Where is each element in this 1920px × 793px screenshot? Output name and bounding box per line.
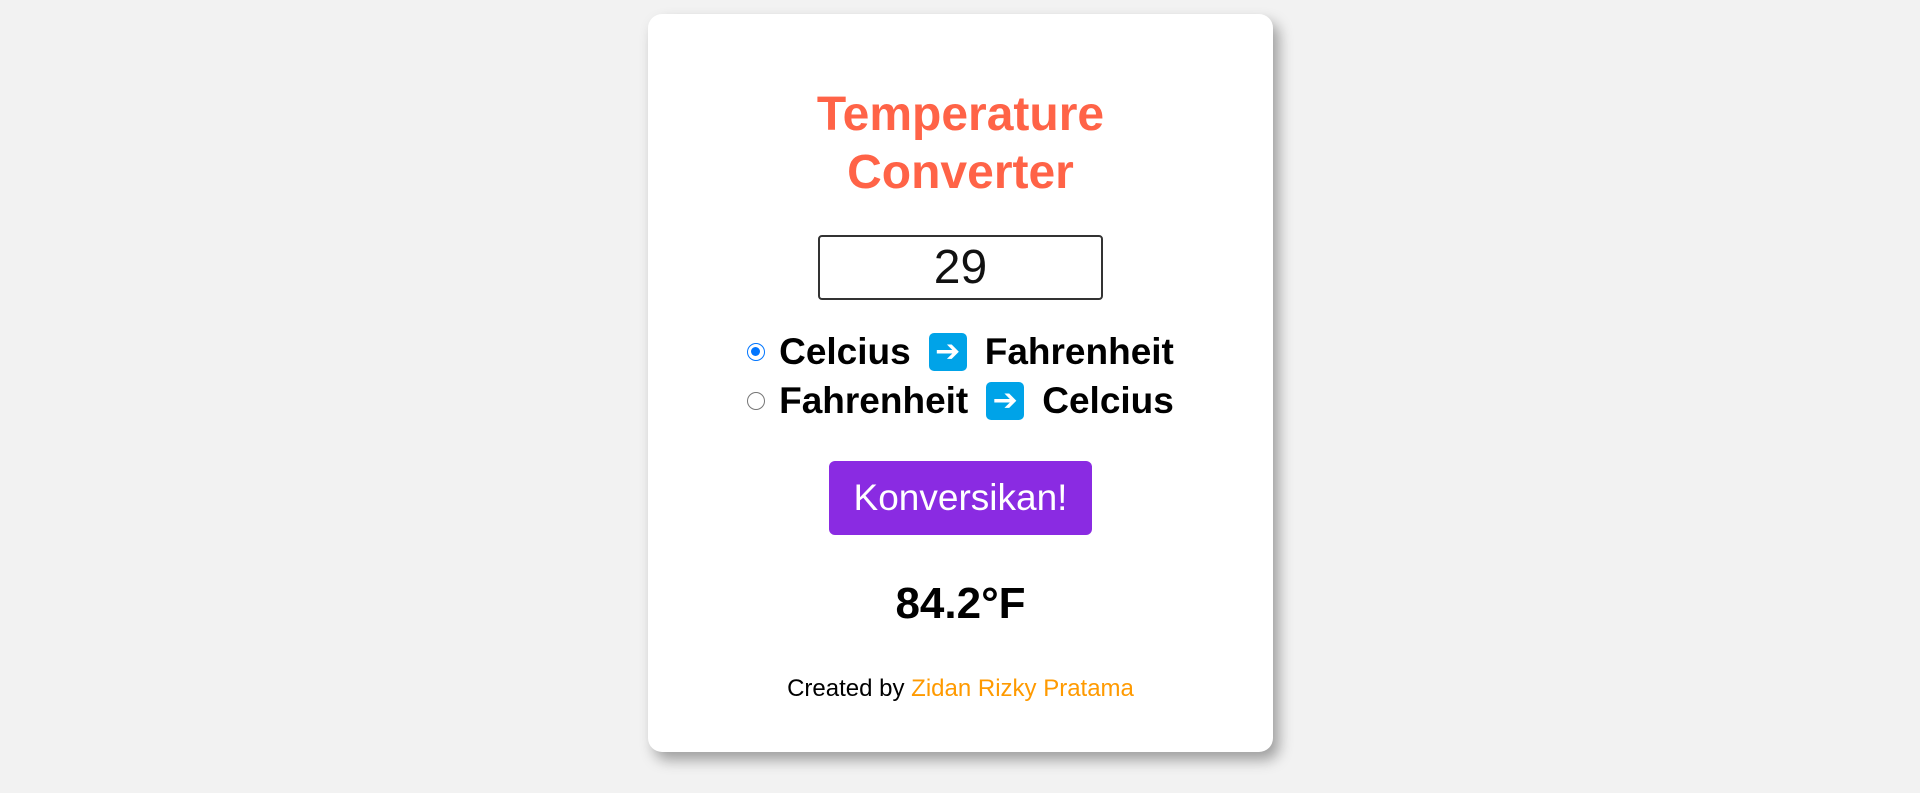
footer-prefix: Created by <box>787 675 905 702</box>
footer-credit: Created by Zidan Rizky Pratama <box>648 674 1273 704</box>
option-from-label: Fahrenheit <box>779 380 969 421</box>
converter-card: Temperature Converter Celcius ➔ Fahrenhe… <box>648 14 1273 752</box>
option-to-label: Fahrenheit <box>984 331 1174 372</box>
option-celcius-to-fahrenheit[interactable]: Celcius ➔ Fahrenheit <box>648 329 1273 375</box>
title-line-2: Converter <box>847 146 1074 199</box>
temperature-input[interactable] <box>818 235 1103 300</box>
radio-fahrenheit-to-celcius[interactable] <box>747 392 766 410</box>
page-title: Temperature Converter <box>648 86 1273 202</box>
title-line-1: Temperature <box>816 88 1105 141</box>
option-to-label: Celcius <box>1042 380 1174 421</box>
result-value: 84.2°F <box>895 579 1026 628</box>
right-arrow-icon: ➔ <box>986 382 1025 420</box>
author-link[interactable]: Zidan Rizky Pratama <box>911 675 1134 702</box>
radio-celcius-to-fahrenheit[interactable] <box>747 343 766 361</box>
right-arrow-icon: ➔ <box>928 333 967 371</box>
option-fahrenheit-to-celcius[interactable]: Fahrenheit ➔ Celcius <box>648 378 1273 424</box>
convert-button[interactable]: Konversikan! <box>829 461 1092 535</box>
option-from-label: Celcius <box>779 331 911 372</box>
